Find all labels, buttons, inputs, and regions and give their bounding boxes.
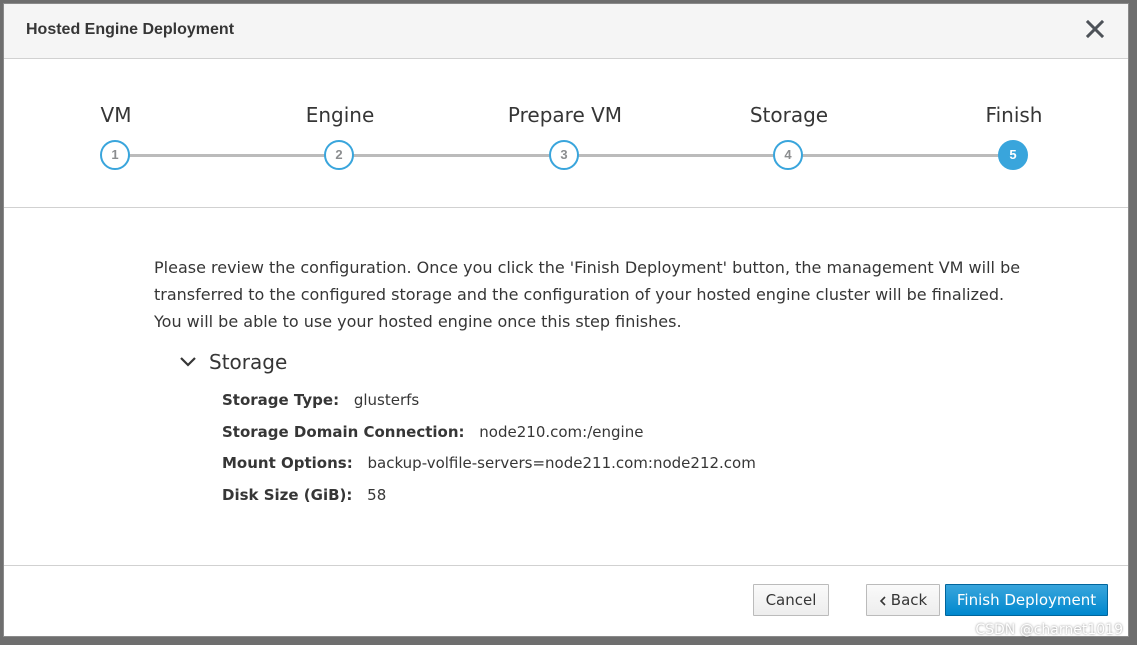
detail-key: Mount Options:	[222, 454, 353, 472]
step-number: 1	[100, 140, 130, 170]
storage-section-toggle[interactable]: Storage	[179, 350, 287, 374]
close-icon	[1085, 19, 1105, 39]
chevron-down-icon	[180, 357, 196, 367]
step-label: Storage	[749, 103, 829, 127]
close-button[interactable]	[1084, 18, 1106, 40]
dialog-title: Hosted Engine Deployment	[26, 21, 235, 38]
watermark: CSDN @charnet1019	[975, 622, 1123, 638]
detail-key: Storage Domain Connection:	[222, 422, 465, 441]
back-button[interactable]: Back	[866, 584, 940, 616]
deployment-dialog: Hosted Engine Deployment VM 1 Engine 2 P…	[3, 3, 1129, 637]
review-content: Please review the configuration. Once yo…	[154, 254, 1034, 504]
dialog-header: Hosted Engine Deployment	[4, 4, 1128, 59]
detail-value: 58	[367, 485, 387, 504]
storage-section-title: Storage	[209, 350, 288, 374]
dialog-footer: Cancel Back Finish Deployment	[4, 565, 1128, 636]
review-line: You will be able to use your hosted engi…	[154, 312, 682, 331]
chevron-left-icon	[879, 595, 886, 606]
review-description: Please review the configuration. Once yo…	[154, 254, 1034, 335]
review-line: transferred to the configured storage an…	[154, 285, 1005, 304]
storage-details: Storage Type: glusterfs Storage Domain C…	[222, 391, 756, 517]
detail-value: backup-volfile-servers=node211.com:node2…	[367, 454, 756, 472]
step-label: Prepare VM	[507, 103, 623, 127]
detail-key: Storage Type:	[222, 391, 340, 409]
finish-deployment-button[interactable]: Finish Deployment	[945, 584, 1108, 616]
step-label: Engine	[305, 103, 375, 127]
detail-row-disk-size: Disk Size (GiB): 58	[222, 486, 756, 518]
cancel-button[interactable]: Cancel	[753, 584, 829, 616]
step-number: 4	[773, 140, 803, 170]
step-number: 2	[324, 140, 354, 170]
detail-value: glusterfs	[353, 391, 420, 409]
step-number: 3	[549, 140, 579, 170]
detail-row-mount-options: Mount Options: backup-volfile-servers=no…	[222, 454, 756, 486]
review-line: Please review the configuration. Once yo…	[154, 258, 1021, 277]
step-label: Finish	[985, 103, 1043, 127]
step-number: 5	[998, 140, 1028, 170]
detail-row-storage-domain-connection: Storage Domain Connection: node210.com:/…	[222, 423, 756, 455]
detail-key: Disk Size (GiB):	[222, 485, 353, 504]
back-label: Back	[890, 591, 928, 609]
step-label: VM	[100, 103, 132, 127]
detail-value: node210.com:/engine	[479, 422, 644, 441]
detail-row-storage-type: Storage Type: glusterfs	[222, 391, 756, 423]
wizard-steps: VM 1 Engine 2 Prepare VM 3 Storage 4 Fin…	[4, 59, 1128, 208]
